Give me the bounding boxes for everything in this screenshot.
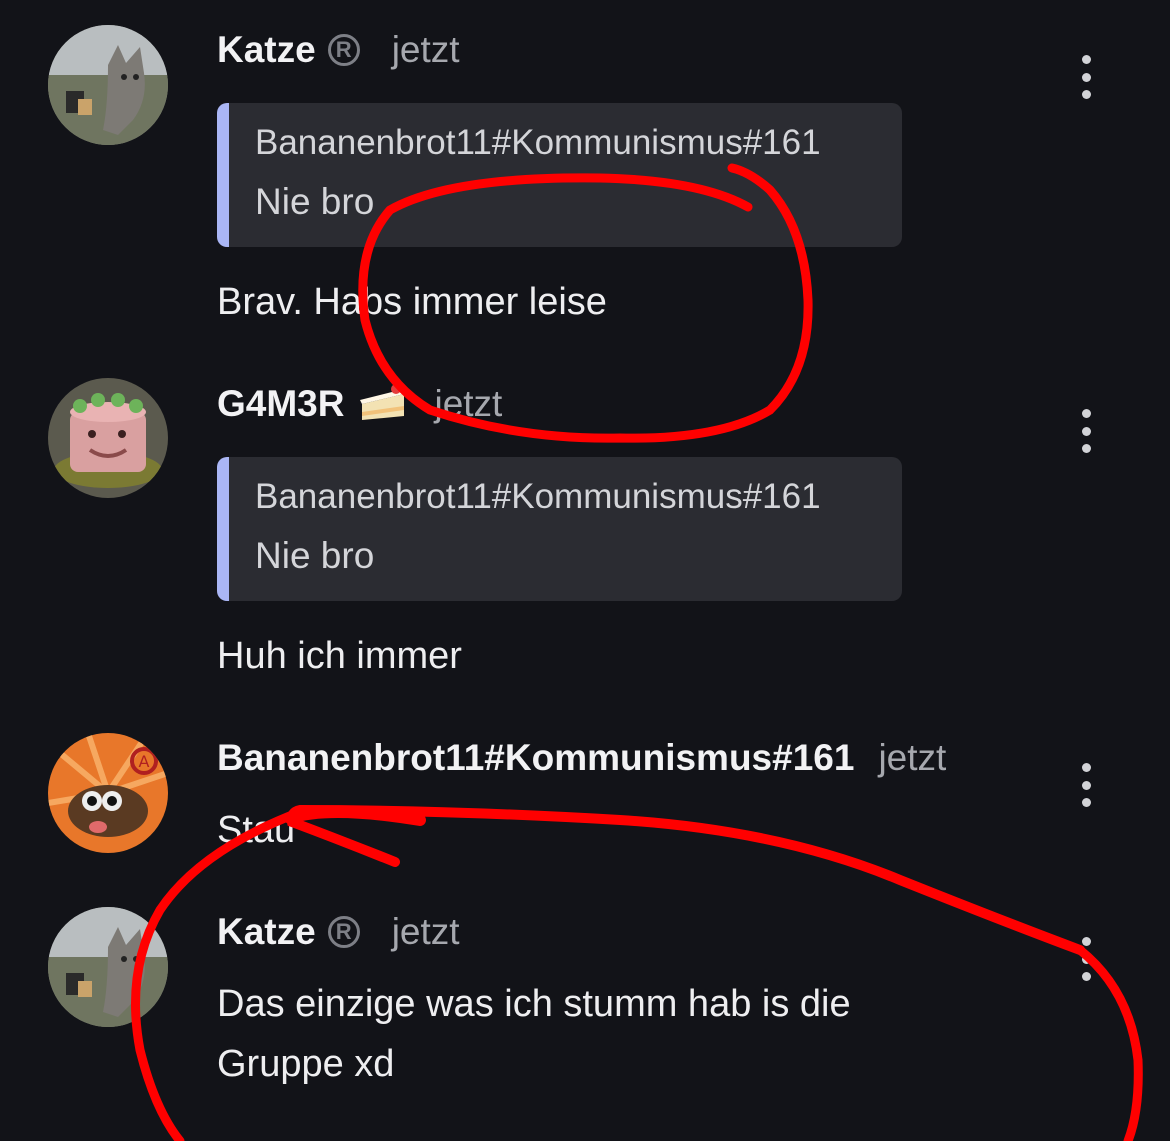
cat-icon [48, 25, 168, 145]
avatar-g4m3r[interactable] [48, 378, 168, 498]
cake-emoji-icon [360, 384, 405, 420]
avatar-katze[interactable] [48, 907, 168, 1027]
cat-icon [48, 907, 168, 1027]
avatar-bananenbrot[interactable]: A [48, 733, 168, 853]
quoted-reply[interactable]: Bananenbrot11#Kommunismus#161 Nie bro [217, 457, 902, 601]
bug-anarchy-icon: A [48, 733, 168, 853]
quoted-reply[interactable]: Bananenbrot11#Kommunismus#161 Nie bro [217, 103, 902, 247]
message-header: Bananenbrot11#Kommunismus#161 jetzt [217, 728, 946, 788]
message-text-line-2: Gruppe xd [217, 1043, 395, 1085]
annotation-arrow-shaft [284, 806, 426, 826]
timestamp: jetzt [391, 29, 460, 70]
message-header: G4M3R jetzt [217, 374, 502, 434]
more-options-icon[interactable] [1072, 763, 1100, 807]
quote-text: Nie bro [255, 535, 375, 576]
cake-face-icon [48, 378, 168, 498]
author-name[interactable]: G4M3R [217, 383, 344, 425]
more-options-icon[interactable] [1072, 937, 1100, 981]
author-name[interactable]: Bananenbrot11#Kommunismus#161 [217, 737, 854, 779]
message-text: Brav. Habs immer leise [217, 281, 607, 323]
message-header: Katze R jetzt [217, 902, 460, 962]
more-options-icon[interactable] [1072, 409, 1100, 453]
timestamp: jetzt [391, 911, 460, 952]
author-name[interactable]: Katze [217, 911, 316, 953]
message-text: Stau [217, 809, 296, 851]
timestamp: jetzt [878, 737, 947, 778]
author-name[interactable]: Katze [217, 29, 316, 71]
timestamp: jetzt [434, 383, 503, 424]
registered-badge-icon: R [327, 916, 360, 948]
message-text: Huh ich immer [217, 635, 462, 677]
quote-author: Bananenbrot11#Kommunismus#161 [255, 477, 821, 516]
message-header: Katze R jetzt [217, 20, 460, 80]
quote-author: Bananenbrot11#Kommunismus#161 [255, 123, 821, 162]
message-text-line-1: Das einzige was ich stumm hab is die [217, 983, 851, 1025]
svg-text:A: A [139, 752, 150, 771]
avatar-katze[interactable] [48, 25, 168, 145]
more-options-icon[interactable] [1072, 55, 1100, 99]
registered-badge-icon: R [327, 34, 360, 66]
quote-text: Nie bro [255, 181, 375, 222]
